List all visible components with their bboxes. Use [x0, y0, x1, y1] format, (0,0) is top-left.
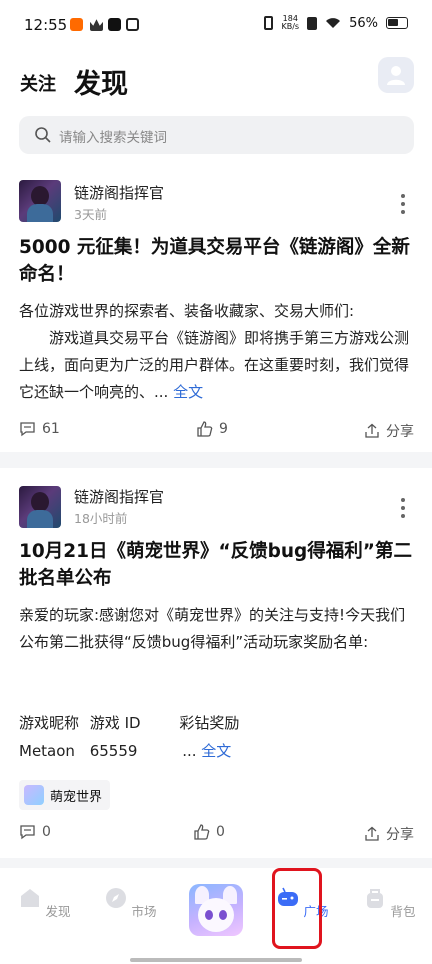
- nav-market-label: 市场: [131, 904, 157, 919]
- reward-table-row: Metaon 65559 ... 全文: [19, 738, 419, 765]
- wifi-icon: [326, 18, 341, 28]
- post-time: 18小时前: [74, 511, 128, 526]
- backpack-icon: [366, 889, 383, 908]
- post-actions: 61 9 分享: [0, 421, 432, 441]
- center-mascot-button[interactable]: [189, 884, 243, 936]
- like-button[interactable]: 0: [193, 824, 225, 840]
- crown-icon: [90, 19, 103, 31]
- read-more-link[interactable]: 全文: [173, 383, 203, 401]
- comment-button[interactable]: 0: [19, 824, 51, 840]
- net-speed: 184 KB/s: [281, 15, 299, 31]
- like-button[interactable]: 9: [196, 421, 228, 437]
- share-label: 分享: [386, 827, 414, 843]
- mascot-face: [198, 898, 234, 932]
- search-icon: [35, 127, 51, 143]
- comment-count: 0: [42, 824, 51, 840]
- post-body-line: 各位游戏世界的探索者、装备收藏家、交易大师们:: [19, 302, 355, 320]
- share-button[interactable]: 分享: [364, 824, 414, 844]
- read-more-link[interactable]: 全文: [201, 742, 231, 760]
- table-col-reward: 彩钻奖励: [179, 714, 240, 732]
- search-placeholder: 请输入搜索关键词: [59, 130, 167, 146]
- comment-button[interactable]: 61: [19, 421, 60, 437]
- top-section: 12:55 184 KB/s 56% 关注 发现 请输入搜索关键词: [0, 0, 432, 166]
- author-avatar[interactable]: [19, 180, 61, 222]
- battery-icon: [386, 17, 408, 29]
- header: 关注 发现: [0, 57, 432, 104]
- game-tag[interactable]: 萌宠世界: [19, 780, 111, 810]
- compass-icon: [105, 888, 126, 908]
- post-actions: 0 0 分享: [0, 824, 432, 844]
- game-tag-icon: [24, 785, 44, 805]
- more-options-icon[interactable]: [400, 194, 406, 218]
- share-icon: [365, 423, 379, 438]
- nav-market[interactable]: 市场: [100, 882, 160, 920]
- status-bar: 12:55 184 KB/s 56%: [0, 0, 432, 52]
- highlight-box: [272, 868, 322, 949]
- like-count: 0: [216, 824, 225, 840]
- app-notification-icon: [70, 18, 83, 31]
- tab-follow[interactable]: 关注: [20, 70, 56, 96]
- table-cell-ellipsis: ...: [182, 742, 202, 760]
- share-button[interactable]: 分享: [364, 421, 414, 441]
- nav-backpack[interactable]: 背包: [359, 882, 419, 920]
- nav-discover[interactable]: 发现: [14, 882, 74, 920]
- post-body[interactable]: 亲爱的玩家:感谢您对《萌宠世界》的关注与支持!今天我们公布第二批获得“反馈bug…: [19, 602, 419, 656]
- no-sim-icon: [307, 16, 318, 30]
- table-col-game-id: 游戏 ID: [89, 714, 141, 732]
- more-options-icon[interactable]: [400, 498, 406, 522]
- net-speed-unit: KB/s: [281, 22, 300, 31]
- thumbs-up-icon: [194, 824, 210, 840]
- battery-percent: 56%: [349, 15, 378, 31]
- profile-avatar-button[interactable]: [378, 57, 414, 93]
- post-body[interactable]: 各位游戏世界的探索者、装备收藏家、交易大师们: 游戏道具交易平台《链游阁》即将携…: [19, 298, 419, 406]
- status-time: 12:55: [24, 16, 68, 34]
- nav-discover-label: 发现: [45, 904, 71, 919]
- mascot-eye: [219, 910, 227, 920]
- bottom-nav: 发现 市场 广场 背包: [0, 868, 432, 964]
- thumbs-up-icon: [197, 421, 213, 437]
- status-right: 184 KB/s 56%: [264, 15, 408, 31]
- like-count: 9: [219, 421, 228, 437]
- tiktok-icon: [108, 18, 121, 31]
- post-author[interactable]: 链游阁指挥官: [74, 486, 164, 507]
- reward-table-header: 游戏昵称 游戏 ID 彩钻奖励: [19, 710, 419, 737]
- post-author[interactable]: 链游阁指挥官: [74, 182, 164, 203]
- mascot-eye: [205, 910, 213, 920]
- app-icon: [126, 18, 139, 31]
- table-col-nickname: 游戏昵称: [19, 714, 80, 732]
- table-cell-game-id: 65559: [89, 742, 138, 760]
- home-indicator[interactable]: [130, 958, 302, 962]
- author-avatar[interactable]: [19, 486, 61, 528]
- search-bar[interactable]: 请输入搜索关键词: [19, 116, 414, 154]
- tab-discover[interactable]: 发现: [74, 62, 128, 101]
- post-card[interactable]: 链游阁指挥官 3天前 5000 元征集！为道具交易平台《链游阁》全新命名！ 各位…: [0, 166, 432, 452]
- home-icon: [20, 889, 39, 907]
- post-card[interactable]: 链游阁指挥官 18小时前 10月21日《萌宠世界》“反馈bug得福利”第二批名单…: [0, 468, 432, 858]
- post-title[interactable]: 10月21日《萌宠世界》“反馈bug得福利”第二批名单公布: [19, 538, 419, 592]
- user-icon: [387, 66, 405, 85]
- share-icon: [365, 826, 379, 841]
- comment-icon: [20, 422, 35, 437]
- table-cell-nickname: Metaon: [19, 742, 75, 760]
- post-body-line: 游戏道具交易平台《链游阁》即将携手第三方游戏公测上线，面向更为广泛的用户群体。在…: [19, 329, 410, 401]
- nav-backpack-label: 背包: [390, 904, 416, 919]
- share-label: 分享: [386, 424, 414, 440]
- post-title[interactable]: 5000 元征集！为道具交易平台《链游阁》全新命名！: [19, 234, 419, 288]
- post-time: 3天前: [74, 207, 107, 222]
- comment-icon: [20, 825, 35, 840]
- comment-count: 61: [42, 421, 60, 437]
- vibrate-icon: [264, 16, 274, 30]
- game-tag-label: 萌宠世界: [50, 789, 103, 805]
